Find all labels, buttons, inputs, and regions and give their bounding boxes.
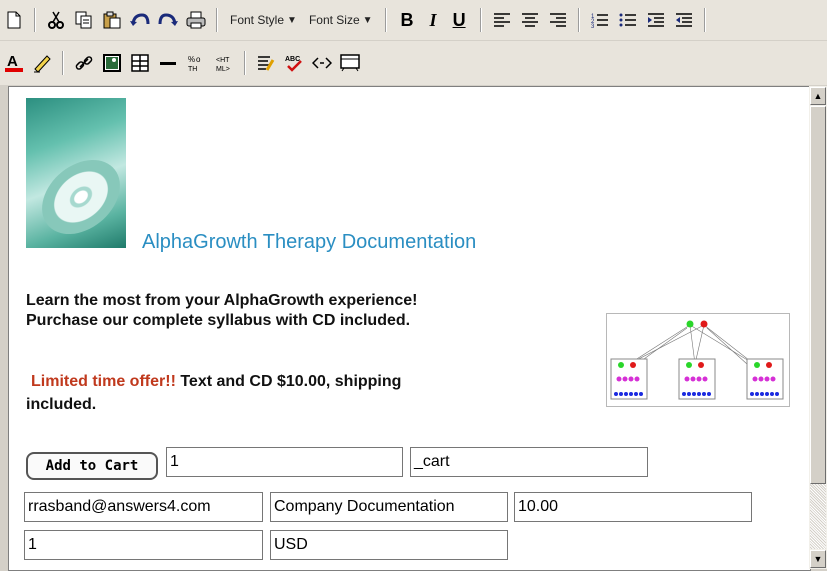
underline-button[interactable]: U <box>453 10 466 31</box>
align-center-icon[interactable] <box>519 9 541 31</box>
vertical-scrollbar[interactable]: ▲ ▼ <box>809 86 827 569</box>
styles-icon[interactable] <box>255 52 277 74</box>
toolbar-separator <box>577 8 580 32</box>
new-document-icon[interactable] <box>3 9 25 31</box>
svg-text:TH: TH <box>188 66 197 72</box>
code-view-icon[interactable] <box>311 52 333 74</box>
font-color-icon[interactable]: A <box>3 52 25 74</box>
offer-text: Text and CD $10.00, shipping <box>175 373 402 390</box>
bold-button[interactable]: B <box>401 10 414 31</box>
toolbar-separator <box>479 8 482 32</box>
cmd-field[interactable]: _cart <box>410 447 648 477</box>
image-icon[interactable] <box>101 52 123 74</box>
font-style-dropdown[interactable]: Font Style ▼ <box>230 13 297 27</box>
intro-line-1: Learn the most from your AlphaGrowth exp… <box>26 292 418 309</box>
toolbar-separator <box>384 8 387 32</box>
formatting-toolbar: Font Style ▼ Font Size ▼ B I U 123 <box>0 0 827 40</box>
cut-icon[interactable] <box>45 9 67 31</box>
offer-line-2: included. <box>26 396 97 413</box>
link-icon[interactable] <box>73 52 95 74</box>
copy-icon[interactable] <box>73 9 95 31</box>
item-name-field[interactable]: Company Documentation <box>270 492 508 522</box>
svg-text:<HT: <HT <box>216 57 230 64</box>
undo-icon[interactable] <box>129 9 151 31</box>
insert-toolbar: A % o TH <HT ML> ABC <box>0 41 827 85</box>
intro-line-2: Purchase our complete syllabus with CD i… <box>26 312 411 329</box>
scrollbar-thumb[interactable] <box>810 106 826 484</box>
quantity-field[interactable]: 1 <box>166 447 403 477</box>
horizontal-rule-icon[interactable] <box>157 52 179 74</box>
print-icon[interactable] <box>185 9 207 31</box>
highlight-icon[interactable] <box>31 52 53 74</box>
html-editor-window: Font Style ▼ Font Size ▼ B I U 123 A % o… <box>0 0 827 571</box>
scrollbar-track[interactable] <box>810 484 826 549</box>
toolbar-separator <box>62 51 64 75</box>
svg-text:%: % <box>188 55 195 64</box>
redo-icon[interactable] <box>157 9 179 31</box>
spellcheck-icon[interactable]: ABC <box>283 52 305 74</box>
bulleted-list-icon[interactable] <box>617 9 639 31</box>
offer-line: Limited time offer!! Text and CD $10.00,… <box>31 372 401 392</box>
business-email-field[interactable]: rrasband@answers4.com <box>24 492 263 522</box>
cd-product-image <box>26 98 126 248</box>
currency-field[interactable]: USD <box>270 530 508 560</box>
toolbar-separator <box>216 8 218 32</box>
font-style-label: Font Style <box>230 13 285 27</box>
toolbar-separator <box>34 8 36 32</box>
offer-label: Limited time offer!! <box>31 373 176 390</box>
svg-text:ML>: ML> <box>216 66 230 72</box>
add-to-cart-button[interactable]: Add to Cart <box>26 452 158 480</box>
svg-text:A: A <box>7 53 18 70</box>
amount-field[interactable]: 10.00 <box>514 492 752 522</box>
html-icon[interactable]: <HT ML> <box>213 52 235 74</box>
scroll-down-icon[interactable]: ▼ <box>810 550 826 568</box>
special-characters-icon[interactable]: % o TH <box>185 52 207 74</box>
font-size-dropdown[interactable]: Font Size ▼ <box>309 13 373 27</box>
outdent-icon[interactable] <box>673 9 695 31</box>
scroll-up-icon[interactable]: ▲ <box>810 87 826 105</box>
font-size-label: Font Size <box>308 13 360 27</box>
indent-icon[interactable] <box>645 9 667 31</box>
svg-text:o: o <box>196 55 201 64</box>
align-left-icon[interactable] <box>491 9 513 31</box>
chevron-down-icon: ▼ <box>287 14 297 26</box>
toolbar-separator <box>703 8 706 32</box>
italic-button[interactable]: I <box>430 10 437 31</box>
paste-icon[interactable] <box>101 9 123 31</box>
table-icon[interactable] <box>129 52 151 74</box>
add-field[interactable]: 1 <box>24 530 263 560</box>
svg-text:3: 3 <box>591 24 595 28</box>
numbered-list-icon[interactable]: 123 <box>589 9 611 31</box>
toolbar-separator <box>244 51 246 75</box>
cd-disc <box>37 147 125 247</box>
preview-icon[interactable] <box>339 52 361 74</box>
page-title: AlphaGrowth Therapy Documentation <box>142 231 477 253</box>
chevron-down-icon: ▼ <box>362 14 373 26</box>
svg-text:ABC: ABC <box>285 56 300 63</box>
network-diagram-image <box>606 313 790 407</box>
align-right-icon[interactable] <box>547 9 569 31</box>
